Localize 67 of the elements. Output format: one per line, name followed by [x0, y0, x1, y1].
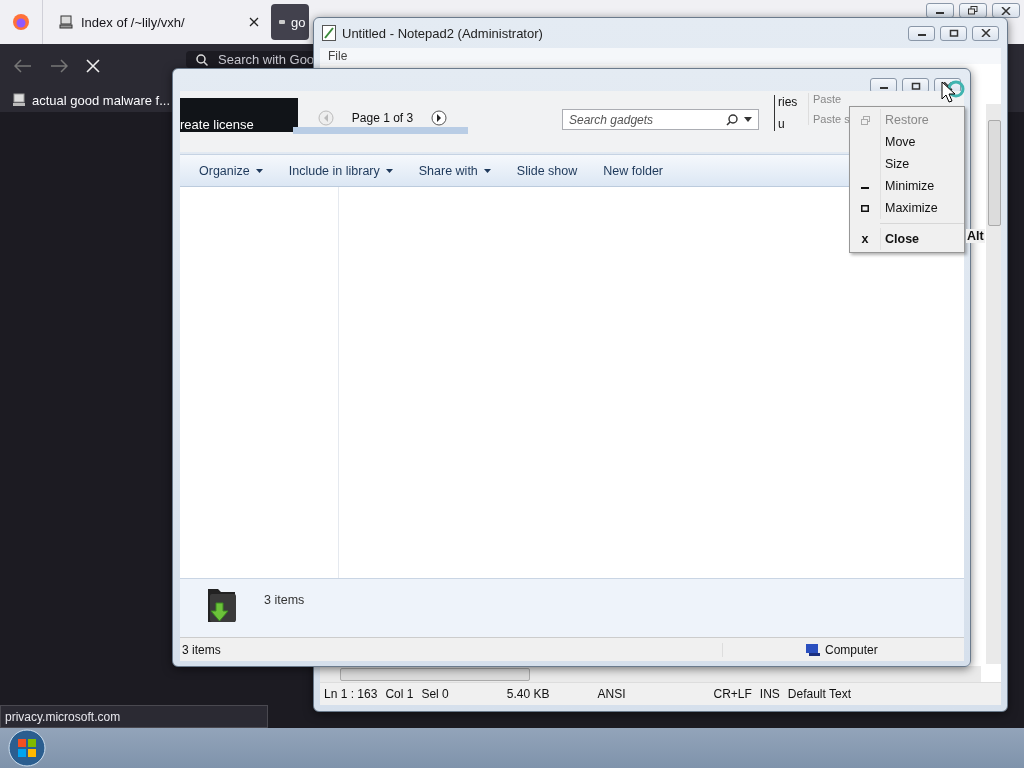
maximize-icon [861, 204, 869, 212]
status-bar-field: Sel 0 [417, 687, 453, 701]
caret-icon [385, 168, 393, 173]
search-icon [196, 53, 208, 66]
notepad-icon [322, 25, 336, 41]
menu-item[interactable]: x Close [850, 228, 964, 250]
window-title: Untitled - Notepad2 (Administrator) [342, 25, 544, 41]
vertical-scrollbar[interactable] [986, 104, 1001, 664]
item-count: 3 items [264, 593, 305, 607]
menu-item[interactable]: Move [850, 131, 964, 153]
text-fragment: u [778, 117, 786, 131]
location-label: Computer [825, 642, 878, 657]
caret-icon [483, 168, 491, 173]
status-bar-field: ANSI [593, 687, 630, 701]
minimize-button[interactable] [908, 25, 935, 41]
text-fragment: ries [778, 95, 798, 109]
computer-icon [805, 642, 821, 657]
text-fragment: Paste s [813, 113, 850, 125]
menu-item[interactable]: Minimize [850, 175, 964, 197]
browser-logo-icon[interactable] [12, 13, 30, 31]
browser-tab[interactable]: Index of /~lily/vxh/ [49, 4, 269, 40]
restore-icon [860, 115, 870, 125]
status-bar-field: Ln 1 : 163 [320, 687, 382, 701]
search-field[interactable]: Search with Goo [186, 51, 316, 68]
maximize-icon [910, 81, 921, 90]
restore-icon [968, 6, 978, 15]
stop-icon[interactable] [86, 59, 100, 73]
status-bar-field: Default Text [783, 687, 855, 701]
close-button[interactable] [972, 25, 999, 41]
close-glyph: x [861, 232, 869, 246]
status-bar-field: INS [755, 687, 784, 701]
status-text: 3 items [180, 642, 723, 657]
maximize-button[interactable] [940, 25, 967, 41]
computer-icon [59, 15, 73, 29]
close-icon [942, 81, 953, 90]
menu-item[interactable]: File [328, 49, 348, 63]
close-icon[interactable] [249, 17, 259, 27]
toolbar-button[interactable]: Organize [192, 159, 270, 182]
status-bar-field: CR+LF [709, 687, 756, 701]
toolbar-button[interactable]: Slide show [509, 159, 585, 182]
close-icon [1001, 6, 1011, 15]
search-field[interactable]: Search gadgets [562, 109, 759, 130]
next-page-icon[interactable] [431, 110, 447, 126]
text-fragment: Paste [813, 93, 843, 105]
maximize-icon [948, 29, 959, 37]
menu-item[interactable]: Maximize [850, 197, 964, 219]
search-icon [726, 113, 738, 126]
shortcut-text: Alt [966, 229, 985, 243]
page-indicator: Page 1 of 3 [351, 111, 414, 125]
caret-icon [255, 168, 263, 173]
forward-icon[interactable] [50, 59, 68, 73]
close-icon [980, 29, 991, 37]
toolbar-button[interactable]: Include in library [281, 159, 400, 182]
bookmark-link[interactable]: actual good malware f... [32, 92, 171, 108]
status-bar-field: Col 1 [381, 687, 418, 701]
start-button[interactable] [8, 729, 46, 767]
close-button[interactable] [992, 3, 1020, 18]
caret-icon[interactable] [744, 117, 752, 122]
status-bar-field: 5.40 KB [502, 687, 554, 701]
banner-text: reate license [180, 117, 254, 132]
browser-tab[interactable]: go [271, 4, 310, 40]
toolbar-button[interactable]: New folder [596, 159, 670, 182]
back-icon[interactable] [14, 59, 32, 73]
menu-item[interactable]: Size [850, 153, 964, 175]
status-link-tooltip: privacy.microsoft.com [0, 705, 268, 728]
computer-icon [12, 93, 26, 107]
toolbar-button[interactable]: Share with [411, 159, 498, 182]
